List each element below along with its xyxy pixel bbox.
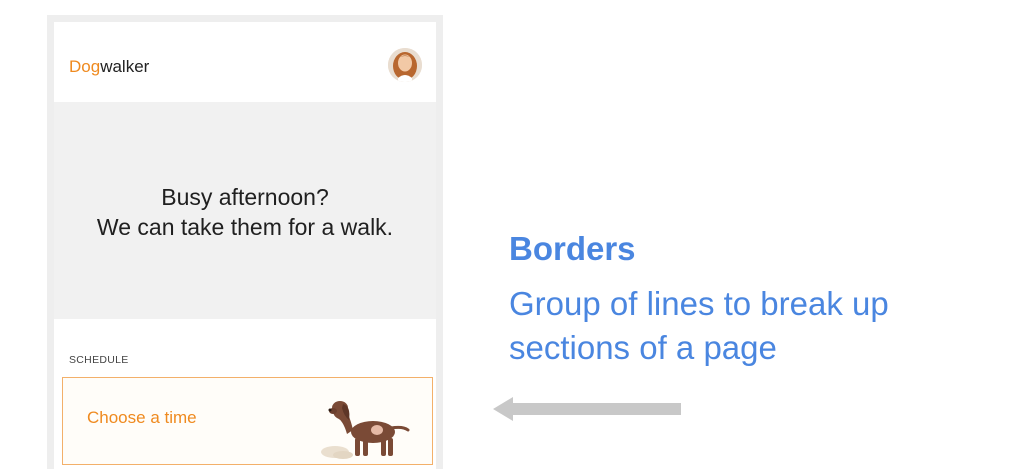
app-header: Dogwalker: [54, 22, 436, 102]
annotation-description: Group of lines to break up sections of a…: [509, 282, 1009, 370]
phone-mockup: Dogwalker Busy afternoon? We can take th…: [47, 15, 443, 469]
dog-illustration-icon: [321, 401, 410, 459]
avatar[interactable]: [388, 48, 422, 82]
brand-logo[interactable]: Dogwalker: [69, 57, 149, 77]
annotation-line-2: sections of a page: [509, 329, 777, 366]
brand-prefix: Dog: [69, 57, 101, 76]
schedule-section-label: SCHEDULE: [69, 354, 129, 366]
choose-time-card[interactable]: Choose a time: [62, 377, 433, 465]
brand-suffix: walker: [100, 57, 150, 76]
annotation-title: Borders: [509, 230, 636, 267]
annotation-line-1: Group of lines to break up: [509, 285, 889, 322]
left-arrow-icon: [493, 397, 681, 421]
hero-headline: Busy afternoon?: [161, 184, 329, 210]
hero-banner: Busy afternoon? We can take them for a w…: [54, 102, 436, 319]
avatar-photo-icon: [388, 48, 422, 82]
slide: Dogwalker Busy afternoon? We can take th…: [0, 0, 1035, 469]
choose-time-label: Choose a time: [87, 408, 197, 427]
hero-subline: We can take them for a walk.: [96, 214, 394, 240]
